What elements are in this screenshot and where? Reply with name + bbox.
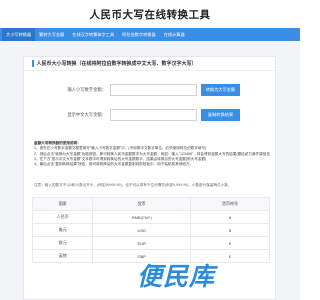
input-hint: 注意：输入的数字不以0和小数点开头，(例如99999.99)，也不可以带有千位分… [34, 183, 232, 187]
column-header: 货币 [92, 197, 191, 211]
table-header-row: 国家 货币 货币符号 [31, 197, 271, 211]
main-nav: 大小写转换器 繁转大写金额 在线汉字转繁体字工具 阿拉伯数字转换器 在线计算器 [0, 28, 300, 41]
card-header: 人民币大小写转换（在线将阿拉伯数字转换成中文大写、数字汉字大写） [24, 57, 275, 71]
title-accent-bar [32, 60, 34, 67]
amount-input[interactable] [110, 84, 197, 96]
output-row: 显示中文大写金额： 复制转换结果 [24, 109, 275, 121]
result-output[interactable] [110, 109, 197, 121]
nav-item-traditional-chinese[interactable]: 在线汉字转繁体字工具 [68, 28, 118, 41]
table-cell: 美元 [31, 223, 94, 237]
table-row: 人民币 RMB(CNY) ¥ [31, 210, 271, 224]
table-row: 欧元 EUR € [31, 236, 271, 250]
table-cell: 英镑 [31, 249, 94, 263]
input-row: 输入小写数字金额： 转换为大写金额 [24, 84, 275, 96]
page-title: 人民币大写在线转换工具 [89, 8, 211, 21]
table-cell: RMB(CNY) [92, 210, 191, 224]
input-label: 输入小写数字金额： [67, 87, 106, 92]
nav-item-case-converter[interactable]: 大小写转换器 [2, 28, 36, 41]
nav-item-calculator[interactable]: 在线计算器 [160, 28, 189, 41]
table-cell: € [189, 236, 271, 250]
table-cell: 人民币 [31, 210, 94, 224]
output-label: 显示中文大写金额： [67, 112, 106, 117]
convert-button[interactable]: 转换为大写金额 [201, 84, 240, 96]
column-header: 国家 [31, 197, 94, 211]
table-cell: EUR [92, 236, 191, 250]
nav-item-traditional-amount[interactable]: 繁转大写金额 [35, 28, 68, 41]
copy-result-button[interactable]: 复制转换结果 [201, 109, 240, 121]
table-cell: $ [189, 223, 271, 237]
column-header: 货币符号 [189, 197, 271, 211]
table-cell: ¥ [189, 210, 271, 224]
currency-table: 国家 货币 货币符号 人民币 RMB(CNY) ¥ 美元 USD $ 欧元 EU… [31, 197, 271, 263]
card-title: 人民币大小写转换（在线将阿拉伯数字转换成中文大写、数字汉字大写） [36, 61, 197, 67]
usage-notes: 金额大写转换器的使用说明： 1、首先在小写数字金额文框里填写"输入小写数字金额"… [34, 141, 270, 167]
header: 人民币大写在线转换工具 [0, 0, 300, 28]
table-cell: 欧元 [31, 236, 94, 250]
notes-line: 4、最后点击"复制转换结果"按钮，即可将转换后的大写金额复制到剪贴板中，用于粘贴… [34, 162, 194, 167]
table-row: 美元 USD $ [31, 223, 271, 237]
watermark-logo: 便民库 [136, 263, 215, 291]
table-cell: USD [92, 223, 191, 237]
nav-item-arabic-converter[interactable]: 阿拉伯数字转换器 [118, 28, 160, 41]
